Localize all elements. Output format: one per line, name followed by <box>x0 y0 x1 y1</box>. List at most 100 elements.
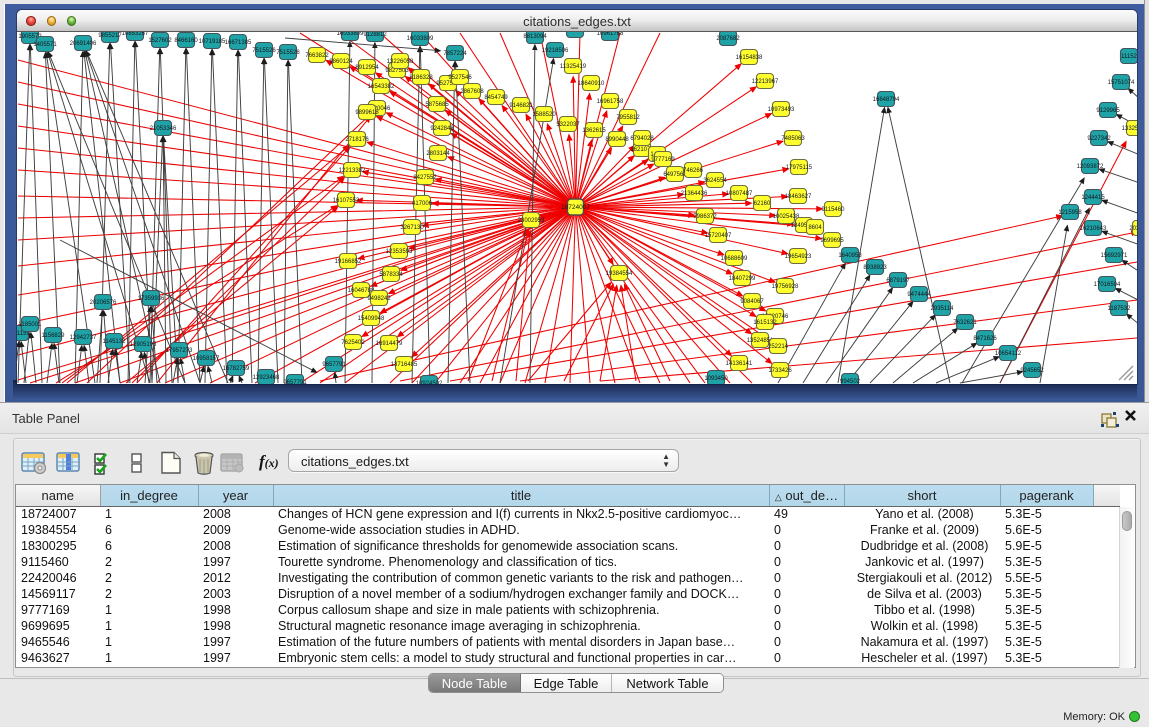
svg-text:5875685: 5875685 <box>425 102 449 108</box>
svg-text:16961758: 16961758 <box>597 99 624 105</box>
svg-text:20206576: 20206576 <box>90 300 117 306</box>
svg-text:15751074: 15751074 <box>1108 80 1135 86</box>
svg-text:5322037: 5322037 <box>556 122 580 128</box>
svg-text:1615132: 1615132 <box>753 320 777 326</box>
svg-text:252214: 252214 <box>768 344 789 350</box>
svg-text:9084067: 9084067 <box>740 299 764 305</box>
svg-text:10973493: 10973493 <box>768 107 795 113</box>
svg-text:8466160: 8466160 <box>174 38 198 44</box>
svg-text:10688609: 10688609 <box>721 256 748 262</box>
svg-text:1215958: 1215958 <box>1058 210 1082 216</box>
svg-text:16154838: 16154838 <box>736 55 763 61</box>
svg-text:17016504: 17016504 <box>1094 282 1121 288</box>
svg-text:1187532: 1187532 <box>1108 306 1132 312</box>
svg-text:6879197: 6879197 <box>886 278 910 284</box>
svg-text:9657791: 9657791 <box>322 362 346 368</box>
svg-text:1640953: 1640953 <box>838 253 862 259</box>
svg-text:1156829: 1156829 <box>42 333 66 339</box>
svg-text:10924502: 10924502 <box>416 381 443 384</box>
svg-text:20691406: 20691406 <box>70 41 97 47</box>
svg-text:8938923: 8938923 <box>863 265 887 271</box>
svg-text:10654112: 10654112 <box>995 351 1022 357</box>
svg-text:8813094: 8813094 <box>563 32 587 34</box>
svg-text:15692971: 15692971 <box>1101 253 1128 259</box>
svg-text:13325419: 13325419 <box>1122 126 1137 132</box>
svg-text:7515526: 7515526 <box>276 50 300 56</box>
svg-text:9527546: 9527546 <box>448 75 472 81</box>
svg-text:9777169: 9777169 <box>651 157 675 163</box>
svg-text:16107553: 16107553 <box>333 198 360 204</box>
svg-text:8471626: 8471626 <box>973 336 997 342</box>
svg-text:2935114: 2935114 <box>931 306 955 312</box>
svg-text:18407299: 18407299 <box>729 276 756 282</box>
svg-text:16033809: 16033809 <box>337 32 364 37</box>
svg-text:9115460: 9115460 <box>822 207 846 213</box>
svg-text:8990448: 8990448 <box>605 137 629 143</box>
svg-text:2718176: 2718176 <box>345 137 369 143</box>
svg-text:1185001: 1185001 <box>19 322 43 328</box>
svg-text:10719185: 10719185 <box>199 39 226 45</box>
svg-text:9128812: 9128812 <box>363 32 387 38</box>
svg-text:19654923: 19654923 <box>785 254 812 260</box>
svg-text:9657791: 9657791 <box>283 380 307 384</box>
svg-text:13226058: 13226058 <box>387 59 414 65</box>
svg-text:1733426: 1733426 <box>768 368 792 374</box>
svg-text:11152: 11152 <box>1121 54 1137 60</box>
svg-text:7625402: 7625402 <box>341 340 365 346</box>
svg-text:8604: 8604 <box>808 225 822 231</box>
svg-text:7663822: 7663822 <box>305 53 329 59</box>
svg-text:9242848: 9242848 <box>430 126 454 132</box>
svg-text:746266: 746266 <box>683 168 704 174</box>
svg-text:16671385: 16671385 <box>225 40 252 46</box>
svg-text:15720407: 15720407 <box>705 233 732 239</box>
svg-text:2034054: 2034054 <box>1129 226 1137 232</box>
svg-text:18640910: 18640910 <box>578 81 605 87</box>
svg-text:10807487: 10807487 <box>726 191 753 197</box>
svg-text:12942737: 12942737 <box>70 335 97 341</box>
svg-text:12213967: 12213967 <box>752 79 779 85</box>
svg-text:9129965: 9129965 <box>1096 108 1120 114</box>
svg-text:7632621: 7632621 <box>953 320 977 326</box>
svg-text:17957273: 17957273 <box>166 348 193 354</box>
svg-text:994502: 994502 <box>840 379 861 384</box>
svg-text:16648794: 16648794 <box>873 97 900 103</box>
svg-text:1244415: 1244415 <box>1081 195 1105 201</box>
svg-text:21364436: 21364436 <box>681 191 708 197</box>
svg-text:21053346: 21053346 <box>150 126 177 132</box>
svg-text:16033809: 16033809 <box>407 36 434 42</box>
svg-text:1362615: 1362615 <box>582 128 606 134</box>
svg-text:9474444: 9474444 <box>907 292 931 298</box>
svg-text:3624554: 3624554 <box>703 178 727 184</box>
svg-text:8454749: 8454749 <box>484 95 508 101</box>
svg-text:9146821: 9146821 <box>509 103 533 109</box>
svg-text:19218506: 19218506 <box>542 48 569 54</box>
svg-text:1145132: 1145132 <box>103 339 127 345</box>
svg-text:7857224: 7857224 <box>443 51 467 57</box>
svg-text:9227342: 9227342 <box>1087 136 1111 142</box>
svg-text:9498242: 9498242 <box>367 296 391 302</box>
svg-text:7986372: 7986372 <box>693 214 717 220</box>
svg-text:18463627: 18463627 <box>785 194 812 200</box>
svg-text:9899618: 9899618 <box>355 110 379 116</box>
svg-text:23002953: 23002953 <box>518 218 545 224</box>
svg-text:11325419: 11325419 <box>560 64 587 70</box>
svg-text:5878334: 5878334 <box>379 272 403 278</box>
svg-text:1588520: 1588520 <box>532 112 556 118</box>
svg-text:16210643: 16210643 <box>1080 226 1107 232</box>
svg-text:2867608: 2867608 <box>460 89 484 95</box>
svg-text:8427552: 8427552 <box>413 175 437 181</box>
svg-text:19384554: 19384554 <box>606 271 633 277</box>
svg-text:15409948: 15409948 <box>358 316 385 322</box>
svg-text:6794028: 6794028 <box>630 136 654 142</box>
svg-text:16782759: 16782759 <box>223 366 250 372</box>
svg-text:17359936: 17359936 <box>138 296 165 302</box>
svg-text:8912954: 8912954 <box>355 65 379 71</box>
svg-text:9699695: 9699695 <box>820 238 844 244</box>
svg-text:2803144: 2803144 <box>426 151 450 157</box>
svg-text:19756928: 19756928 <box>772 284 799 290</box>
svg-text:10853267: 10853267 <box>122 32 149 37</box>
svg-text:14136141: 14136141 <box>726 361 753 367</box>
svg-text:7955812: 7955812 <box>616 115 640 121</box>
svg-text:3267130: 3267130 <box>400 225 424 231</box>
svg-text:1405571: 1405571 <box>33 42 57 48</box>
